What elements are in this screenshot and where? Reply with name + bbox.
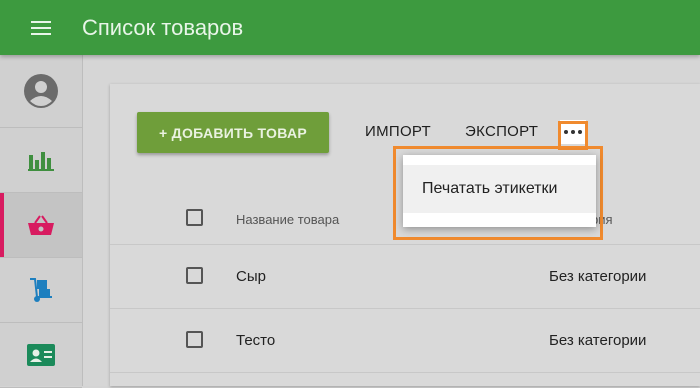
sidebar-item-supply[interactable] (0, 258, 82, 323)
add-product-button[interactable]: + ДОБАВИТЬ ТОВАР (137, 112, 329, 153)
table-row[interactable]: Сыр Без категории (110, 245, 700, 309)
product-name: Сыр (236, 268, 266, 285)
main-content: + ДОБАВИТЬ ТОВАР ИМПОРТ ЭКСПОРТ Название… (83, 55, 700, 386)
app-header: Список товаров (0, 0, 700, 55)
more-options-menu: Печатать этикетки (403, 155, 596, 227)
products-card: + ДОБАВИТЬ ТОВАР ИМПОРТ ЭКСПОРТ Название… (110, 84, 700, 386)
menu-item-print-labels[interactable]: Печатать этикетки (403, 165, 596, 213)
more-options-button[interactable] (560, 120, 586, 144)
product-name: Тесто (236, 332, 276, 349)
product-category: Без категории (549, 332, 647, 349)
table-row[interactable]: Тесто Без категории (110, 309, 700, 373)
more-horizontal-icon (564, 130, 568, 134)
sidebar (0, 55, 83, 388)
product-category: Без категории (549, 268, 647, 285)
row-checkbox[interactable] (186, 267, 203, 284)
sidebar-item-products[interactable] (0, 193, 82, 258)
hand-truck-icon (30, 278, 52, 302)
hamburger-menu-icon (31, 20, 51, 35)
shopping-basket-icon (28, 215, 54, 235)
page-title: Список товаров (82, 14, 244, 40)
sidebar-item-profile[interactable] (0, 55, 82, 128)
sidebar-item-reports[interactable] (0, 128, 82, 193)
bar-chart-icon (28, 152, 54, 171)
sidebar-item-contacts[interactable] (0, 323, 82, 388)
import-button[interactable]: ИМПОРТ (365, 123, 431, 140)
column-header-name[interactable]: Название товара (236, 212, 339, 227)
account-circle-icon (24, 74, 58, 108)
row-checkbox[interactable] (186, 331, 203, 348)
export-button[interactable]: ЭКСПОРТ (465, 123, 538, 140)
contact-card-icon (27, 344, 55, 366)
menu-button[interactable] (0, 0, 82, 55)
select-all-checkbox[interactable] (186, 209, 203, 226)
